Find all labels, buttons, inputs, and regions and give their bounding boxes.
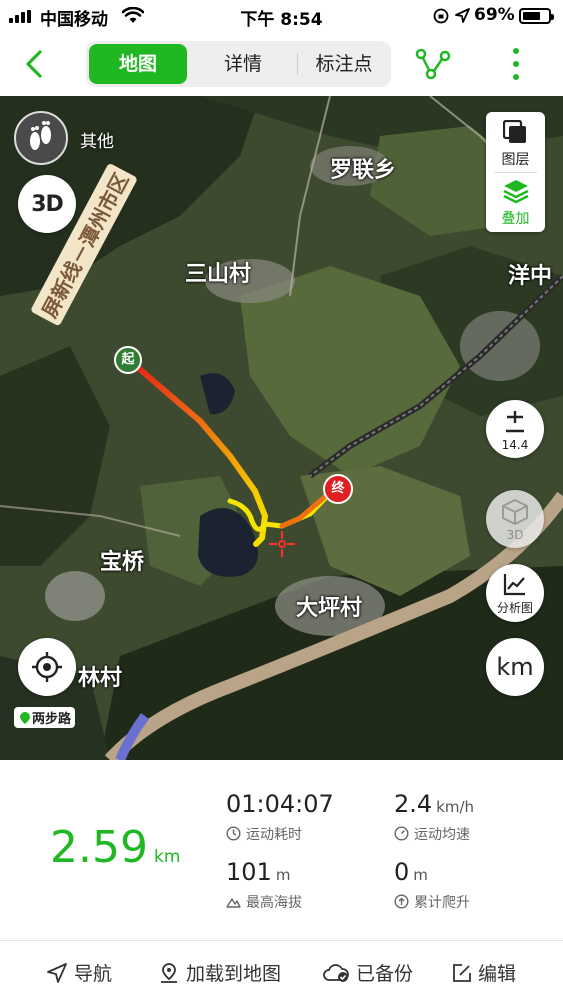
status-bar: 中国移动 下午 8:54 69% xyxy=(0,0,563,32)
navigation-arrow-icon xyxy=(47,962,67,983)
analysis-chart-button[interactable]: 分析图 xyxy=(486,564,544,622)
duration-value: 01:04:07 xyxy=(226,790,334,818)
view-segmented-control: 地图 详情 标注点 xyxy=(86,41,391,87)
edit-button[interactable]: 编辑 xyxy=(452,959,516,986)
map-label-township: 罗联乡 xyxy=(330,158,397,183)
duration-caption: 运动耗时 xyxy=(226,824,302,844)
mountain-icon xyxy=(226,898,241,908)
navigate-button[interactable]: 导航 xyxy=(46,959,112,986)
map-label-village: 宝桥 xyxy=(100,550,145,575)
clock-icon xyxy=(226,826,241,841)
panel-divider xyxy=(494,172,537,173)
end-marker[interactable]: 终 xyxy=(323,474,353,504)
load-to-map-label: 加载到地图 xyxy=(186,963,282,985)
map-pin-icon xyxy=(161,962,177,983)
battery-icon xyxy=(519,8,554,24)
tab-divider xyxy=(297,53,298,75)
zoom-icon xyxy=(506,411,524,433)
terrain-3d-button[interactable]: 3D xyxy=(18,175,76,233)
map-label-village: 三山村 xyxy=(185,262,252,287)
bottom-action-bar: 导航 加载到地图 已备份 编辑 xyxy=(0,940,563,1000)
arrow-up-icon xyxy=(394,894,409,909)
map-view[interactable]: 三山村 罗联乡 洋中 宝桥 大坪村 林村 屏新线－潭州市区 起 终 其他 3D xyxy=(0,96,563,760)
view-3d-button[interactable]: 3D xyxy=(486,490,544,548)
rotation-lock-icon xyxy=(433,8,449,24)
track-stats-panel: 2.59 km 01:04:07 运动耗时 2.4 km/h 运动均速 101 m 最… xyxy=(0,760,563,940)
more-options-icon[interactable] xyxy=(505,44,527,84)
map-label-village: 大坪村 xyxy=(296,596,363,621)
total-distance: 2.59 km xyxy=(50,822,180,873)
line-chart-icon xyxy=(503,574,525,596)
activity-mode-button[interactable] xyxy=(14,111,68,165)
cube-icon xyxy=(502,499,528,525)
brand-name: 两步路 xyxy=(32,712,72,727)
total-climb-value: 0m xyxy=(394,858,428,886)
backup-label: 已备份 xyxy=(356,963,414,985)
tab-map[interactable]: 地图 xyxy=(89,44,187,84)
zoom-level-button[interactable]: 14.4 xyxy=(486,400,544,458)
edit-pencil-icon xyxy=(453,963,471,982)
speedometer-icon xyxy=(394,826,409,841)
locate-me-button[interactable] xyxy=(18,638,76,696)
load-to-map-button[interactable]: 加载到地图 xyxy=(158,959,281,986)
3d-label: 3D xyxy=(31,191,64,217)
tab-markers[interactable]: 标注点 xyxy=(300,44,388,84)
max-altitude-value: 101 m xyxy=(226,858,291,886)
overlay-stack-icon[interactable] xyxy=(502,178,530,204)
avg-speed-caption: 运动均速 xyxy=(394,824,470,844)
start-marker[interactable]: 起 xyxy=(114,346,142,374)
layers-label[interactable]: 图层 xyxy=(486,149,545,169)
brand-pin-icon xyxy=(20,711,30,724)
brand-logo: 两步路 xyxy=(14,707,76,728)
max-altitude-caption: 最高海拔 xyxy=(226,892,302,912)
edit-label: 编辑 xyxy=(478,963,517,985)
top-navbar: 地图 详情 标注点 xyxy=(0,32,563,96)
cloud-backup-icon xyxy=(323,963,349,982)
footprints-icon xyxy=(30,121,51,150)
location-arrow-icon xyxy=(455,8,470,23)
distance-value: 2.59 xyxy=(50,822,148,873)
view-3d-label: 3D xyxy=(506,528,524,542)
distance-unit: km xyxy=(153,847,181,867)
unit-toggle-button[interactable]: km xyxy=(486,638,544,696)
avg-speed-value: 2.4 km/h xyxy=(394,790,475,818)
layer-panel: 图层 叠加 xyxy=(486,112,545,232)
app-root: 中国移动 下午 8:54 69% 地图 详情 标注点 三山村 罗联乡 洋中 宝桥… xyxy=(0,0,563,1000)
analysis-chart-label: 分析图 xyxy=(496,601,533,615)
zoom-level-value: 14.4 xyxy=(501,438,529,452)
crosshair-locate-icon xyxy=(32,652,62,682)
navigate-label: 导航 xyxy=(74,963,113,985)
overlay-label[interactable]: 叠加 xyxy=(486,208,545,228)
map-label-village: 洋中 xyxy=(508,264,553,289)
activity-mode-label: 其他 xyxy=(80,132,114,152)
total-climb-caption: 累计爬升 xyxy=(394,892,470,912)
tab-details[interactable]: 详情 xyxy=(194,44,292,84)
map-label-village: 林村 xyxy=(78,666,123,691)
battery-percent: 69% xyxy=(474,5,515,25)
route-share-icon[interactable] xyxy=(414,46,452,82)
unit-label: km xyxy=(496,653,534,681)
map-center-crosshair-icon xyxy=(269,531,295,557)
layers-icon[interactable] xyxy=(503,120,528,145)
backup-button[interactable]: 已备份 xyxy=(322,959,413,986)
back-arrow-icon[interactable] xyxy=(18,46,54,82)
